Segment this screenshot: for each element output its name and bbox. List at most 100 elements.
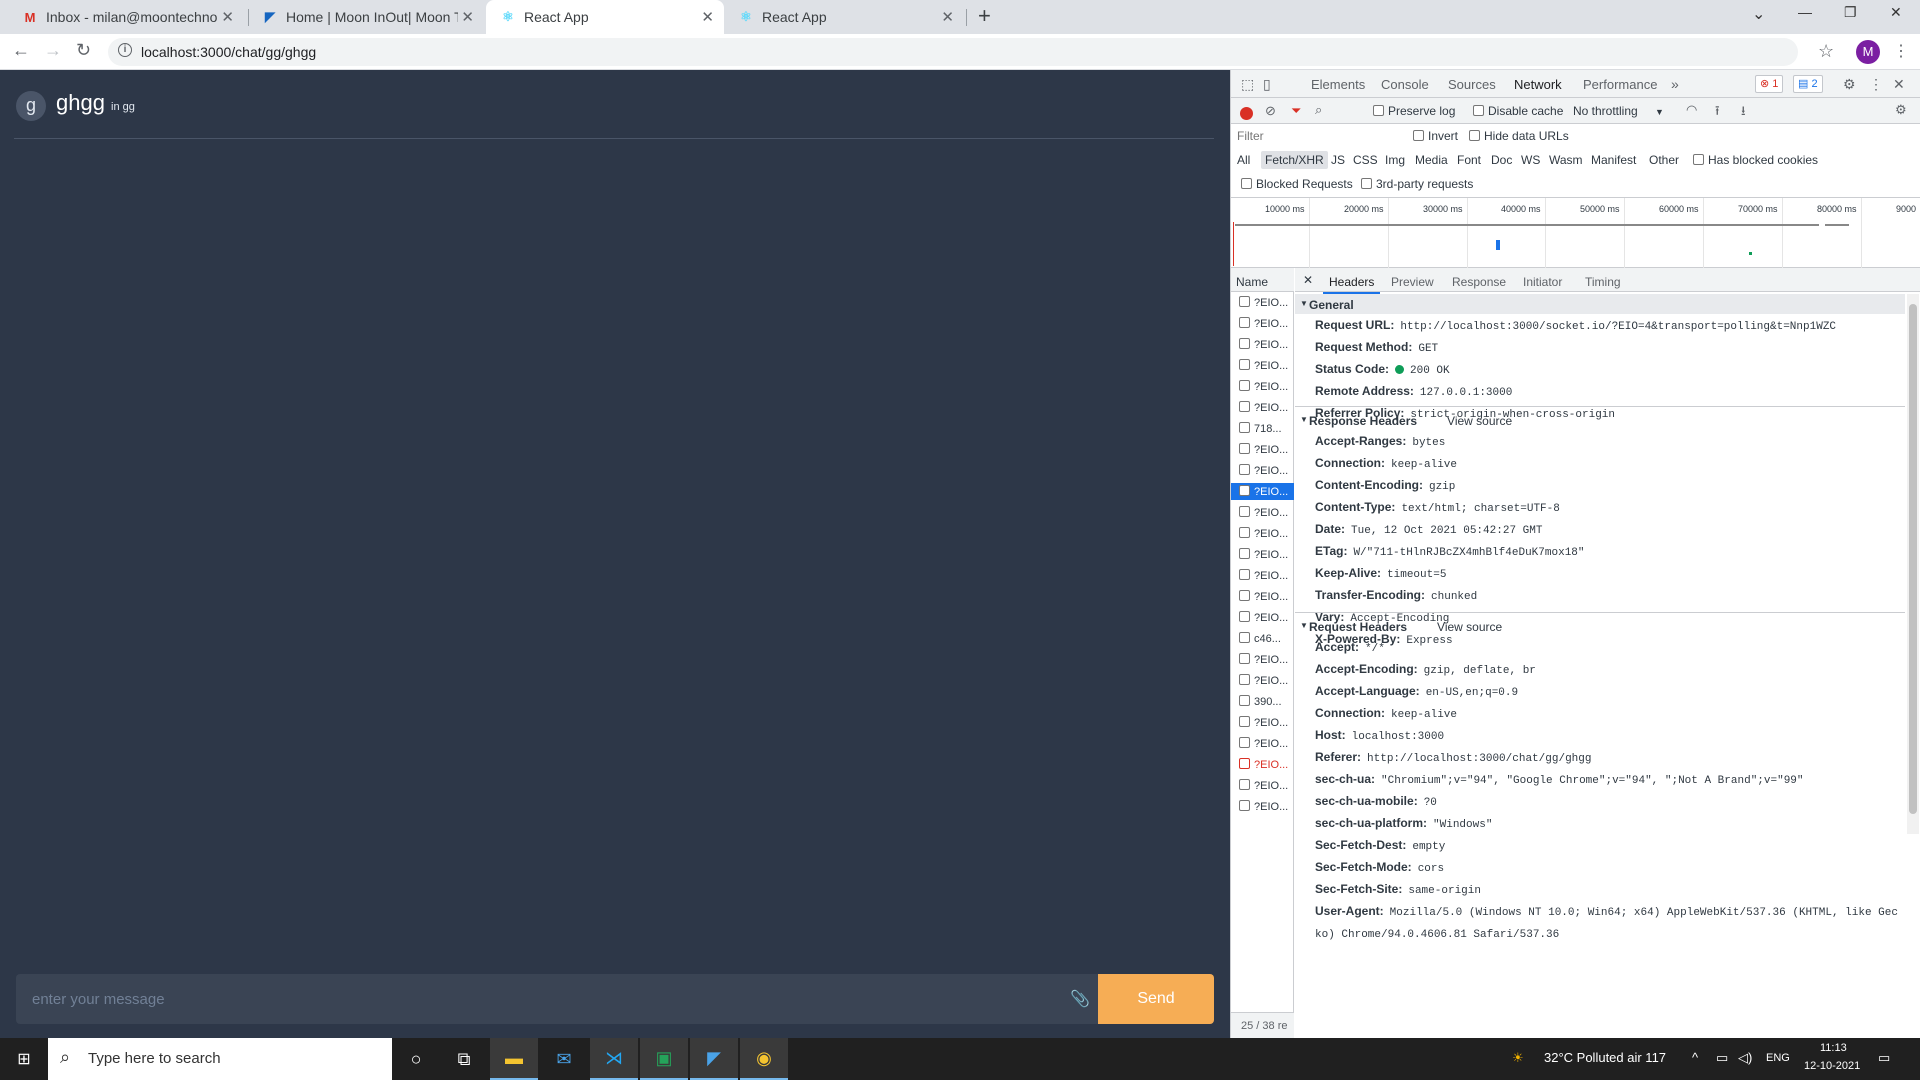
tab-console[interactable]: Console <box>1381 77 1429 92</box>
filter-img[interactable]: Img <box>1381 151 1409 169</box>
tab-react-app[interactable]: ⚛ React App ✕ <box>724 0 964 34</box>
request-row[interactable]: ?EIO... <box>1231 777 1294 794</box>
filter-css[interactable]: CSS <box>1349 151 1382 169</box>
detail-scrollbar[interactable] <box>1907 294 1919 834</box>
tab-react-app-active[interactable]: ⚛ React App ✕ <box>486 0 724 34</box>
request-row[interactable]: ?EIO... <box>1231 399 1294 416</box>
blocked-requests-checkbox[interactable]: Blocked Requests <box>1241 177 1353 191</box>
close-tab-icon[interactable]: ✕ <box>941 8 954 26</box>
request-checkbox[interactable] <box>1239 548 1250 559</box>
message-badge[interactable]: ▤ 2 <box>1793 75 1823 93</box>
close-window-button[interactable]: ✕ <box>1890 4 1902 21</box>
site-info-icon[interactable]: i <box>118 43 132 57</box>
preserve-log-checkbox[interactable]: Preserve log <box>1373 104 1455 118</box>
message-input[interactable] <box>16 974 1056 1024</box>
tab-gmail[interactable]: M Inbox - milan@moontechnolabs.c ✕ <box>8 0 244 34</box>
volume-icon[interactable]: ◁) <box>1738 1050 1752 1066</box>
request-row[interactable]: ?EIO... <box>1231 735 1294 752</box>
close-detail-icon[interactable]: ✕ <box>1303 273 1313 287</box>
network-settings-icon[interactable]: ⚙ <box>1895 102 1907 118</box>
tab-preview[interactable]: Preview <box>1391 275 1434 289</box>
request-row[interactable]: c46... <box>1231 630 1294 647</box>
attachment-icon[interactable]: 📎 <box>1070 989 1090 1009</box>
weather-icon[interactable]: ☀ <box>1512 1050 1524 1066</box>
notifications-icon[interactable]: ▭ <box>1878 1050 1890 1066</box>
request-row[interactable]: ?EIO... <box>1231 798 1294 815</box>
weather-text[interactable]: 32°C Polluted air 117 <box>1544 1050 1666 1065</box>
vscode-icon[interactable]: ⋊ <box>590 1038 638 1080</box>
request-checkbox[interactable] <box>1239 527 1250 538</box>
request-row[interactable]: ?EIO... <box>1231 651 1294 668</box>
request-row[interactable]: ?EIO... <box>1231 462 1294 479</box>
browser-menu-icon[interactable]: ⋮ <box>1893 41 1909 61</box>
mail-icon[interactable]: ✉ <box>540 1038 588 1080</box>
filter-manifest[interactable]: Manifest <box>1587 151 1640 169</box>
filter-wasm[interactable]: Wasm <box>1545 151 1587 169</box>
back-icon[interactable]: ← <box>12 40 30 61</box>
profile-avatar[interactable]: M <box>1856 40 1880 64</box>
network-icon[interactable]: ▭ <box>1716 1050 1728 1066</box>
minimize-button[interactable]: — <box>1798 4 1812 20</box>
tab-performance[interactable]: Performance <box>1583 77 1657 92</box>
request-checkbox[interactable] <box>1239 800 1250 811</box>
request-row[interactable]: 390... <box>1231 693 1294 710</box>
address-bar[interactable]: i localhost:3000/chat/gg/ghgg <box>108 38 1798 66</box>
error-badge[interactable]: ⊗ 1 <box>1755 75 1784 93</box>
request-checkbox[interactable] <box>1239 296 1250 307</box>
filter-input[interactable] <box>1235 127 1395 145</box>
language-indicator[interactable]: ENG <box>1766 1052 1790 1064</box>
request-checkbox[interactable] <box>1239 569 1250 580</box>
request-row[interactable]: ?EIO... <box>1231 567 1294 584</box>
export-har-icon[interactable]: ⭳ <box>1741 102 1746 124</box>
hide-data-urls-checkbox[interactable]: Hide data URLs <box>1469 129 1569 143</box>
filter-all[interactable]: All <box>1233 151 1254 169</box>
request-checkbox[interactable] <box>1239 737 1250 748</box>
response-headers-section-header[interactable]: ▼ Response Headers View source <box>1295 410 1905 430</box>
chat-app-icon[interactable]: ▣ <box>640 1038 688 1080</box>
windows-start-icon[interactable]: ⊞ <box>0 1038 48 1080</box>
reload-icon[interactable]: ↻ <box>76 40 91 61</box>
tab-initiator[interactable]: Initiator <box>1523 275 1562 289</box>
request-row[interactable]: ?EIO... <box>1231 546 1294 563</box>
cortana-icon[interactable]: ○ <box>392 1038 440 1080</box>
third-party-checkbox[interactable]: 3rd-party requests <box>1361 177 1473 191</box>
close-tab-icon[interactable]: ✕ <box>221 8 234 26</box>
filter-doc[interactable]: Doc <box>1487 151 1516 169</box>
request-checkbox[interactable] <box>1239 653 1250 664</box>
view-source-link[interactable]: View source <box>1447 414 1512 428</box>
send-button[interactable]: Send <box>1098 974 1214 1024</box>
tab-response[interactable]: Response <box>1452 275 1506 289</box>
filter-media[interactable]: Media <box>1411 151 1452 169</box>
request-row[interactable]: ?EIO... <box>1231 441 1294 458</box>
request-checkbox[interactable] <box>1239 443 1250 454</box>
filter-icon[interactable]: ⏷ <box>1291 103 1301 119</box>
search-icon[interactable]: ⌕ <box>1315 102 1322 118</box>
request-row[interactable]: ?EIO... <box>1231 714 1294 731</box>
clock-date[interactable]: 12-10-2021 <box>1804 1060 1860 1072</box>
restore-button[interactable]: ❐ <box>1844 4 1857 21</box>
new-tab-button[interactable]: + <box>978 3 991 29</box>
more-tabs-icon[interactable]: » <box>1671 76 1679 92</box>
request-row[interactable]: ?EIO... <box>1231 315 1294 332</box>
filter-fetch-xhr[interactable]: Fetch/XHR <box>1261 151 1328 169</box>
request-checkbox[interactable] <box>1239 716 1250 727</box>
request-row[interactable]: ?EIO... <box>1231 525 1294 542</box>
close-tab-icon[interactable]: ✕ <box>701 8 714 26</box>
request-checkbox[interactable] <box>1239 695 1250 706</box>
scrollbar-thumb[interactable] <box>1909 304 1917 814</box>
request-row[interactable]: ?EIO... <box>1231 609 1294 626</box>
request-checkbox[interactable] <box>1239 422 1250 433</box>
request-checkbox[interactable] <box>1239 632 1250 643</box>
devtools-menu-icon[interactable]: ⋮ <box>1869 76 1883 93</box>
request-checkbox[interactable] <box>1239 338 1250 349</box>
moon-app-icon[interactable]: ◤ <box>690 1038 738 1080</box>
clock-time[interactable]: 11:13 <box>1820 1042 1847 1054</box>
network-overview-timeline[interactable]: 10000 ms 20000 ms 30000 ms 40000 ms 5000… <box>1231 198 1920 268</box>
request-row[interactable]: ?EIO... <box>1231 483 1294 500</box>
request-checkbox[interactable] <box>1239 674 1250 685</box>
close-devtools-icon[interactable]: ✕ <box>1893 76 1905 93</box>
bookmark-star-icon[interactable]: ☆ <box>1818 41 1834 62</box>
record-icon[interactable] <box>1240 107 1253 120</box>
view-source-link[interactable]: View source <box>1437 620 1502 634</box>
forward-icon[interactable]: → <box>44 40 62 61</box>
